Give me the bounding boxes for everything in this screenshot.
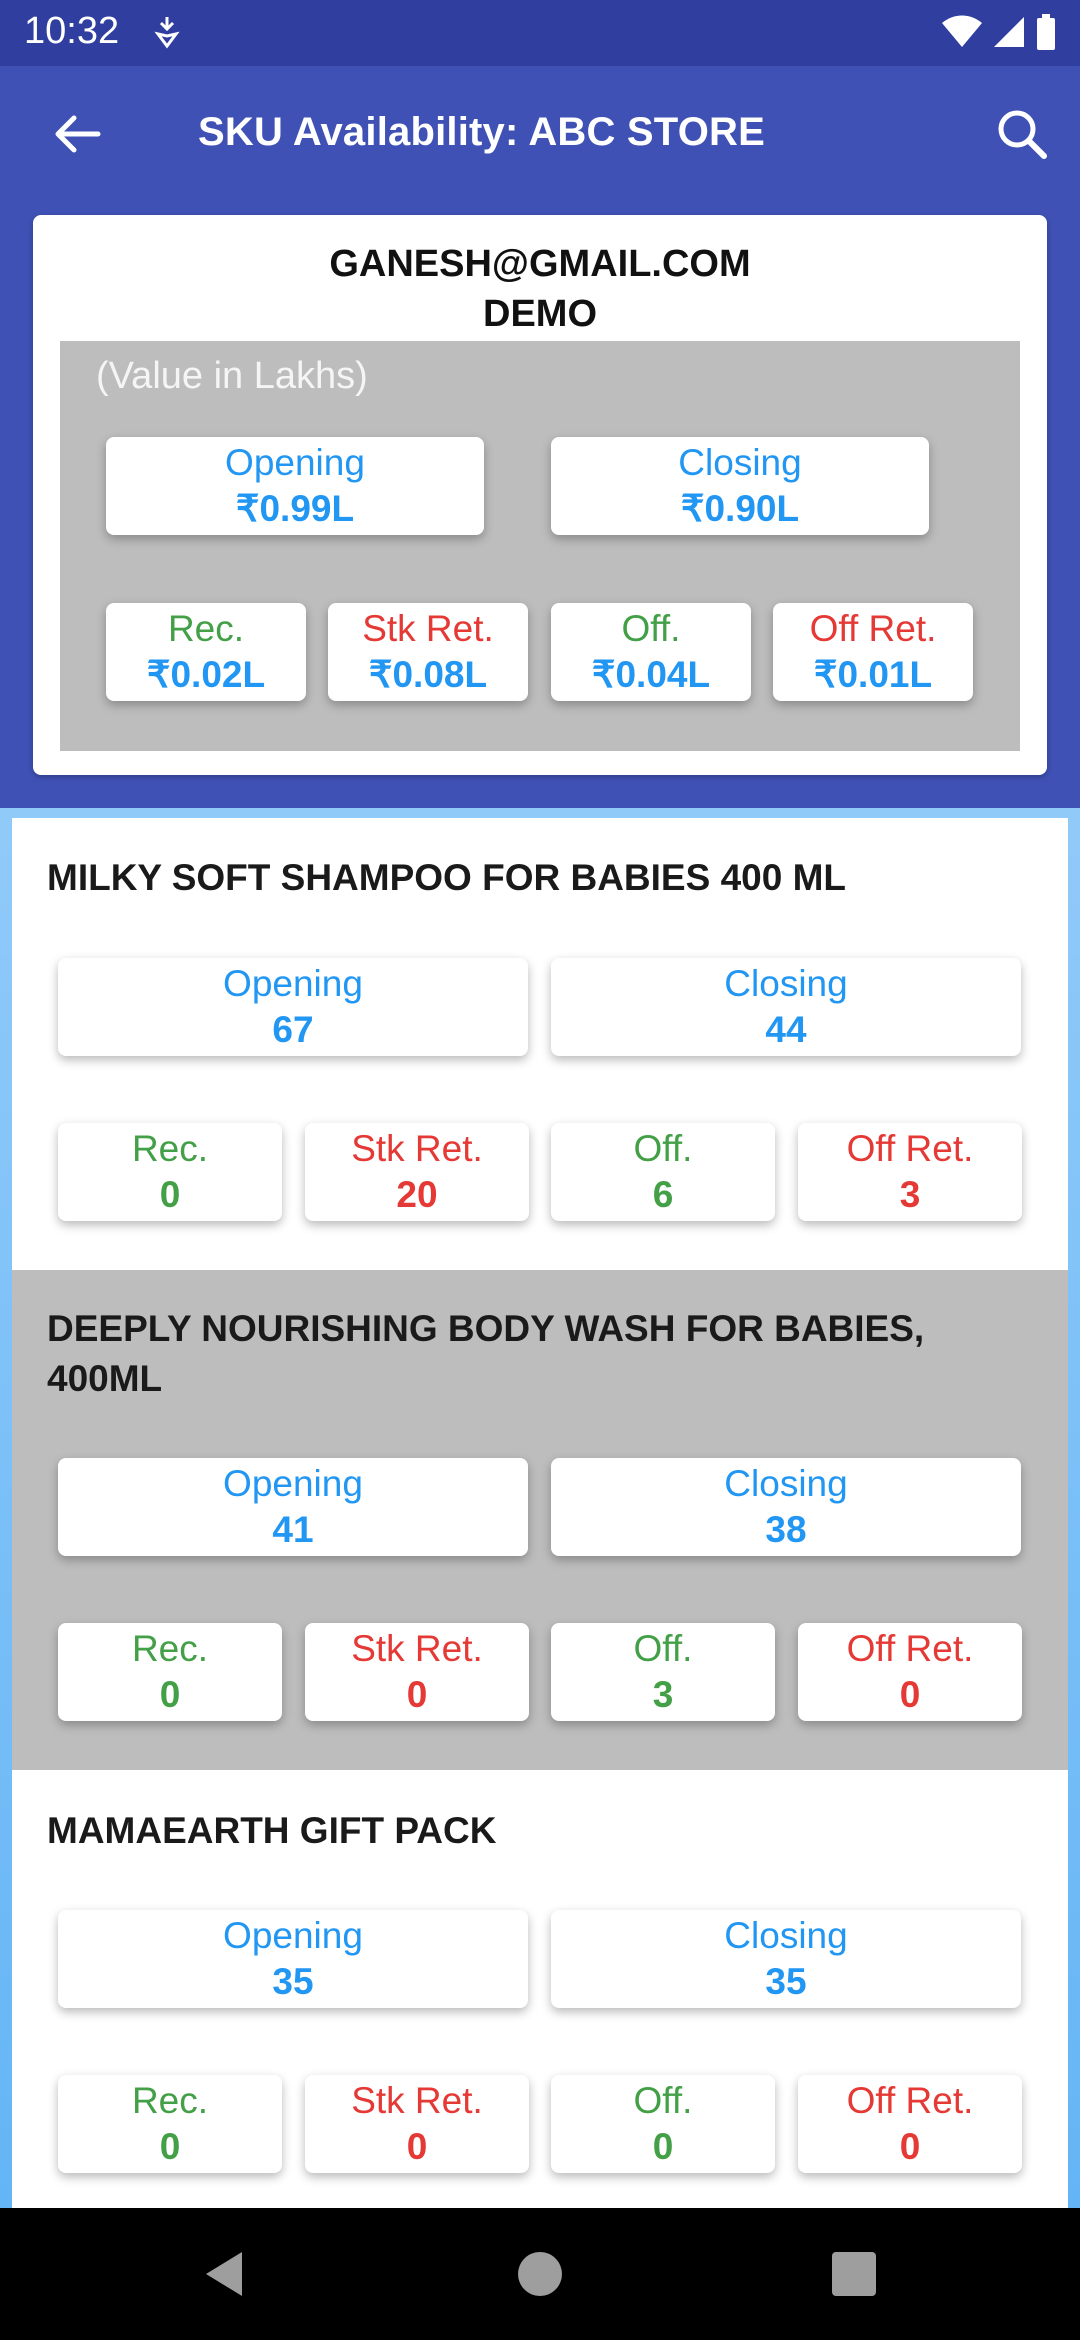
sku-closing-label: Closing: [724, 1463, 848, 1504]
sku-closing-value: 35: [765, 1961, 807, 2002]
summary-off-ret-label: Off Ret.: [809, 608, 937, 649]
value-unit-note: (Value in Lakhs): [96, 355, 368, 397]
sku-opening-value: 67: [272, 1009, 314, 1050]
nav-home-icon[interactable]: [512, 2246, 568, 2302]
sku-opening-label: Opening: [223, 963, 363, 1004]
nav-back-icon[interactable]: [198, 2246, 254, 2302]
summary-rec-label: Rec.: [167, 608, 245, 649]
sku-stk-ret: Stk Ret. 0: [305, 2075, 529, 2173]
summary-closing: Closing ₹0.90L: [551, 437, 929, 535]
app-bar: SKU Availability: ABC STORE: [0, 66, 1080, 202]
sku-name: DEEPLY NOURISHING BODY WASH FOR BABIES, …: [47, 1308, 925, 1399]
sku-rec-label: Rec.: [131, 1628, 209, 1669]
sku-off-ret-label: Off Ret.: [846, 2080, 974, 2121]
summary-opening-label: Opening: [225, 442, 365, 483]
status-time: 10:32: [24, 10, 120, 52]
system-nav-bar: [0, 2208, 1080, 2340]
sku-off: Off. 6: [551, 1123, 775, 1221]
sku-rec: Rec. 0: [58, 1623, 282, 1721]
sku-rec-value: 0: [159, 1674, 181, 1715]
user-email: GANESH@GMAIL.COM: [329, 243, 751, 285]
user-name: DEMO: [483, 293, 597, 335]
search-icon[interactable]: [992, 104, 1052, 164]
sku-stk-ret-label: Stk Ret.: [351, 1628, 483, 1669]
summary-off-ret-value: ₹0.01L: [813, 654, 933, 695]
summary-closing-value: ₹0.90L: [680, 488, 800, 529]
sku-list-item[interactable]: MAMAEARTH GIFT PACK Opening 35 Closing 3…: [12, 1770, 1068, 2208]
sku-off: Off. 0: [551, 2075, 775, 2173]
sku-opening-label: Opening: [223, 1915, 363, 1956]
sku-closing: Closing 35: [551, 1910, 1021, 2008]
sku-closing: Closing 44: [551, 958, 1021, 1056]
sku-off-ret-value: 0: [899, 1674, 921, 1715]
summary-off-value: ₹0.04L: [591, 654, 711, 695]
sku-stk-ret-label: Stk Ret.: [351, 2080, 483, 2121]
sku-rec-value: 0: [159, 2126, 181, 2167]
summary-stk-ret: Stk Ret. ₹0.08L: [328, 603, 528, 701]
summary-stk-ret-label: Stk Ret.: [362, 608, 494, 649]
sku-off-ret-value: 3: [899, 1174, 921, 1215]
sku-opening: Opening 67: [58, 958, 528, 1056]
sku-off-ret: Off Ret. 3: [798, 1123, 1022, 1221]
data-saver-icon: [154, 17, 180, 49]
sku-closing-value: 38: [765, 1509, 807, 1550]
summary-card: GANESH@GMAIL.COM DEMO (Value in Lakhs) O…: [33, 215, 1047, 775]
signal-icon: [994, 17, 1024, 47]
sku-closing-value: 44: [765, 1009, 807, 1050]
sku-off-value: 0: [652, 2126, 674, 2167]
status-bar: 10:32: [0, 0, 1080, 66]
sku-opening: Opening 41: [58, 1458, 528, 1556]
sku-closing-label: Closing: [724, 963, 848, 1004]
sku-name: MILKY SOFT SHAMPOO FOR BABIES 400 ML: [47, 857, 847, 898]
sku-off-value: 6: [652, 1174, 674, 1215]
sku-stk-ret: Stk Ret. 0: [305, 1623, 529, 1721]
summary-rec-value: ₹0.02L: [146, 654, 266, 695]
summary-closing-label: Closing: [678, 442, 802, 483]
sku-off-value: 3: [652, 1674, 674, 1715]
sku-off: Off. 3: [551, 1623, 775, 1721]
sku-off-label: Off.: [633, 2080, 693, 2121]
summary-off: Off. ₹0.04L: [551, 603, 751, 701]
sku-opening-value: 41: [272, 1509, 314, 1550]
sku-list-item[interactable]: MILKY SOFT SHAMPOO FOR BABIES 400 ML Ope…: [12, 818, 1068, 1270]
summary-panel: (Value in Lakhs) Opening ₹0.99L Closing …: [60, 341, 1020, 751]
summary-off-ret: Off Ret. ₹0.01L: [773, 603, 973, 701]
sku-off-ret: Off Ret. 0: [798, 2075, 1022, 2173]
sku-stk-ret-value: 0: [406, 2126, 428, 2167]
nav-recents-icon[interactable]: [826, 2246, 882, 2302]
summary-opening-value: ₹0.99L: [235, 488, 355, 529]
sku-rec: Rec. 0: [58, 2075, 282, 2173]
sku-list-item[interactable]: DEEPLY NOURISHING BODY WASH FOR BABIES, …: [12, 1270, 1068, 1770]
sku-opening: Opening 35: [58, 1910, 528, 2008]
sku-off-label: Off.: [633, 1128, 693, 1169]
battery-icon: [1037, 14, 1055, 50]
sku-off-ret-value: 0: [899, 2126, 921, 2167]
page-title: SKU Availability: ABC STORE: [198, 110, 765, 154]
sku-off-ret-label: Off Ret.: [846, 1628, 974, 1669]
sku-off-ret-label: Off Ret.: [846, 1128, 974, 1169]
sku-rec-label: Rec.: [131, 1128, 209, 1169]
summary-stk-ret-value: ₹0.08L: [368, 654, 488, 695]
sku-opening-label: Opening: [223, 1463, 363, 1504]
sku-opening-value: 35: [272, 1961, 314, 2002]
sku-stk-ret-label: Stk Ret.: [351, 1128, 483, 1169]
sku-list: MILKY SOFT SHAMPOO FOR BABIES 400 ML Ope…: [12, 818, 1068, 2208]
sku-rec: Rec. 0: [58, 1123, 282, 1221]
wifi-icon: [942, 15, 982, 47]
summary-off-label: Off.: [621, 608, 681, 649]
sku-stk-ret-value: 0: [406, 1674, 428, 1715]
back-arrow-icon[interactable]: [48, 104, 108, 164]
sku-name: MAMAEARTH GIFT PACK: [47, 1810, 497, 1851]
summary-rec: Rec. ₹0.02L: [106, 603, 306, 701]
sku-stk-ret-value: 20: [396, 1174, 438, 1215]
sku-off-label: Off.: [633, 1628, 693, 1669]
summary-opening: Opening ₹0.99L: [106, 437, 484, 535]
sku-closing-label: Closing: [724, 1915, 848, 1956]
sku-closing: Closing 38: [551, 1458, 1021, 1556]
sku-stk-ret: Stk Ret. 20: [305, 1123, 529, 1221]
sku-rec-label: Rec.: [131, 2080, 209, 2121]
sku-off-ret: Off Ret. 0: [798, 1623, 1022, 1721]
sku-rec-value: 0: [159, 1174, 181, 1215]
